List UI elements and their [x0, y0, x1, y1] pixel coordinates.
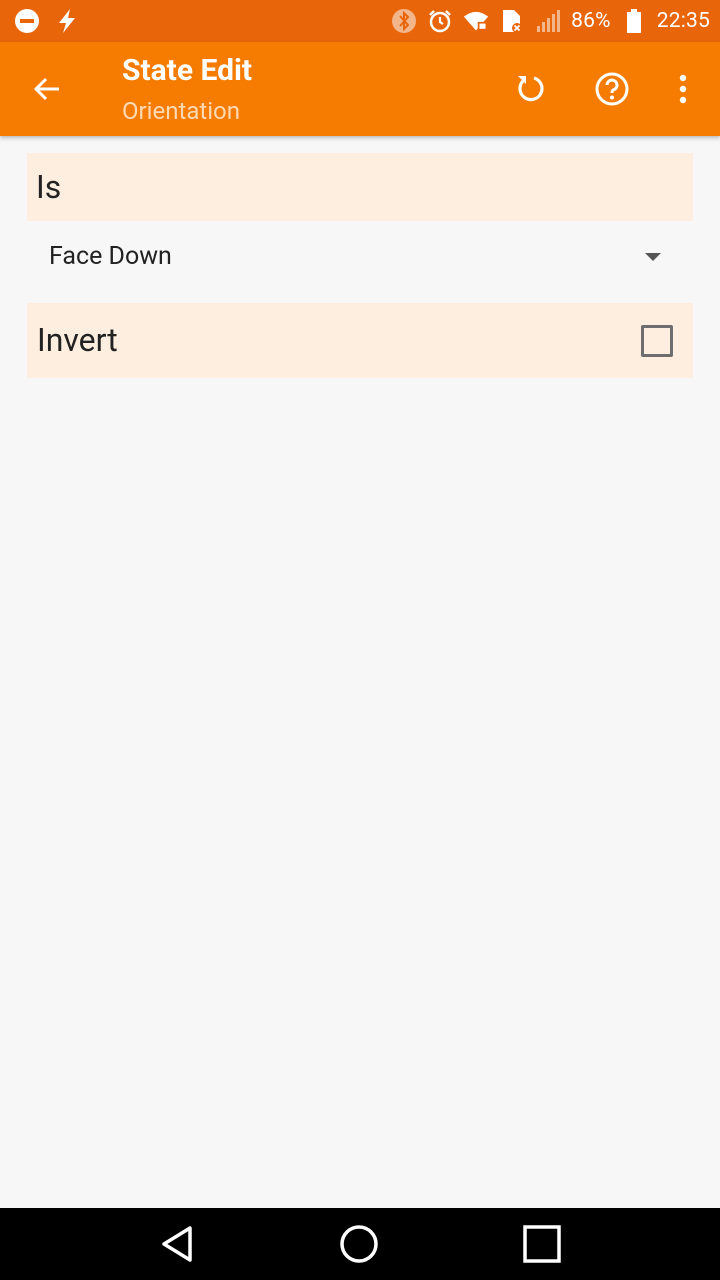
recents-square-icon	[523, 1225, 561, 1263]
status-left-icons	[14, 6, 80, 36]
sim-icon	[499, 8, 525, 34]
battery-icon	[621, 8, 647, 34]
nav-back-button[interactable]	[153, 1219, 203, 1269]
help-button[interactable]	[587, 64, 637, 114]
page-subtitle: Orientation	[122, 97, 240, 125]
clock: 22:35	[656, 9, 710, 33]
is-section: Is	[27, 153, 693, 221]
invert-label: Invert	[37, 321, 118, 359]
do-not-disturb-icon	[14, 8, 40, 34]
nav-home-button[interactable]	[334, 1219, 384, 1269]
signal-icon	[535, 8, 561, 34]
flash-icon	[54, 8, 80, 34]
nav-recents-button[interactable]	[517, 1219, 567, 1269]
back-button[interactable]	[22, 64, 72, 114]
refresh-icon	[518, 76, 544, 102]
orientation-dropdown[interactable]: Face Down	[27, 232, 693, 284]
more-options-button[interactable]	[658, 64, 708, 114]
help-icon	[595, 72, 629, 106]
app-bar: State Edit Orientation	[0, 42, 720, 136]
dropdown-arrow-icon	[645, 253, 661, 261]
more-vert-icon	[679, 74, 687, 104]
bluetooth-icon	[391, 8, 417, 34]
alarm-icon	[427, 8, 453, 34]
page-title: State Edit	[122, 53, 253, 88]
back-arrow-icon	[33, 77, 59, 101]
battery-percent: 86%	[571, 9, 611, 33]
navigation-bar	[0, 1208, 720, 1280]
status-right-icons: 86% 22:35	[391, 6, 710, 36]
wifi-icon	[463, 8, 489, 34]
dropdown-value: Face Down	[49, 242, 172, 271]
refresh-button[interactable]	[505, 64, 555, 114]
status-bar: 86% 22:35	[0, 0, 720, 42]
home-circle-icon	[340, 1225, 378, 1263]
invert-checkbox[interactable]	[641, 325, 673, 357]
back-triangle-icon	[162, 1226, 192, 1262]
is-label: Is	[36, 168, 62, 206]
invert-section[interactable]: Invert	[27, 303, 693, 378]
